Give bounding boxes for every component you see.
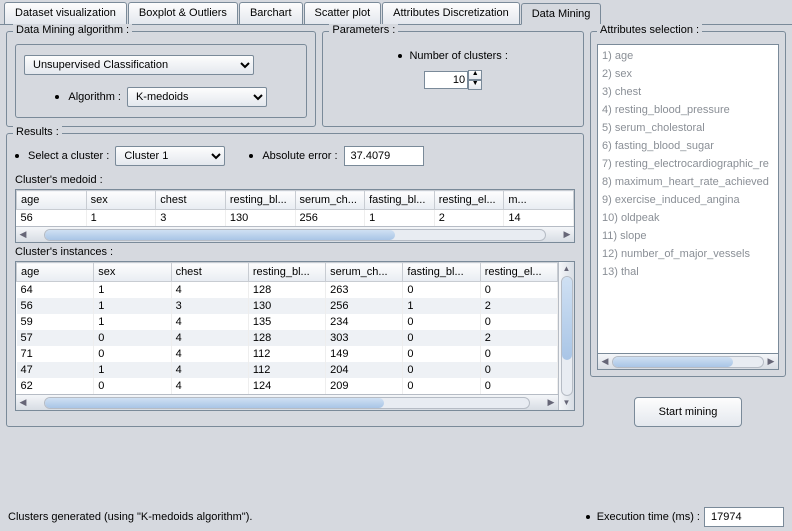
start-mining-button[interactable]: Start mining	[634, 397, 743, 427]
algorithm-select[interactable]: K-medoids	[127, 87, 267, 107]
column-header[interactable]: serum_ch...	[295, 191, 365, 210]
scroll-right-icon[interactable]: ▶	[764, 356, 778, 367]
absolute-error-label: Absolute error :	[262, 150, 337, 162]
footer: Clusters generated (using "K-medoids alg…	[8, 507, 784, 527]
table-row[interactable]: 561313025612	[17, 298, 558, 314]
column-header[interactable]: sex	[94, 263, 171, 282]
attribute-item[interactable]: 7) resting_electrocardiographic_re	[600, 155, 776, 173]
table-row[interactable]: 591413523400	[17, 314, 558, 330]
attribute-item[interactable]: 5) serum_cholestoral	[600, 119, 776, 137]
attribute-item[interactable]: 2) sex	[600, 65, 776, 83]
scroll-left-icon[interactable]: ◀	[598, 356, 612, 367]
results-group: Results : Select a cluster : Cluster 1 A…	[6, 133, 584, 427]
tab-boxplot-outliers[interactable]: Boxplot & Outliers	[128, 2, 238, 24]
nclusters-spinner: ▲ ▼	[339, 70, 567, 90]
bullet-icon	[586, 515, 590, 519]
algorithm-group: Data Mining algorithm : Unsupervised Cla…	[6, 31, 316, 127]
column-header[interactable]: fasting_bl...	[365, 191, 435, 210]
attribute-item[interactable]: 11) slope	[600, 227, 776, 245]
attribute-item[interactable]: 3) chest	[600, 83, 776, 101]
algorithm-group-label: Data Mining algorithm :	[13, 24, 132, 36]
instances-table-container: agesexchestresting_bl...serum_ch...fasti…	[15, 261, 575, 411]
attributes-list[interactable]: 1) age2) sex3) chest4) resting_blood_pre…	[597, 44, 779, 354]
bullet-icon	[398, 54, 402, 58]
tab-attributes-discretization[interactable]: Attributes Discretization	[382, 2, 520, 24]
tab-data-mining[interactable]: Data Mining	[521, 3, 602, 25]
column-header[interactable]: resting_bl...	[225, 191, 295, 210]
column-header[interactable]: chest	[171, 263, 248, 282]
medoid-label: Cluster's medoid :	[15, 174, 575, 186]
table-row[interactable]: 620412420900	[17, 378, 558, 394]
tab-dataset-visualization[interactable]: Dataset visualization	[4, 2, 127, 24]
column-header[interactable]: serum_ch...	[326, 263, 403, 282]
scroll-up-icon[interactable]: ▲	[563, 262, 571, 276]
bullet-icon	[55, 95, 59, 99]
scroll-left-icon[interactable]: ◀	[16, 397, 30, 408]
table-row[interactable]: 710411214900	[17, 346, 558, 362]
bullet-icon	[15, 154, 19, 158]
horizontal-scrollbar[interactable]: ◀ ▶	[16, 226, 574, 242]
attribute-item[interactable]: 9) exercise_induced_angina	[600, 191, 776, 209]
attribute-item[interactable]: 6) fasting_blood_sugar	[600, 137, 776, 155]
attributes-group-label: Attributes selection :	[597, 24, 702, 36]
classification-select[interactable]: Unsupervised Classification	[24, 55, 254, 75]
column-header[interactable]: age	[17, 191, 87, 210]
execution-time-field[interactable]	[704, 507, 784, 527]
cluster-select[interactable]: Cluster 1	[115, 146, 225, 166]
nclusters-input[interactable]	[424, 71, 468, 89]
table-row[interactable]: 641412826300	[17, 282, 558, 299]
column-header[interactable]: resting_bl...	[248, 263, 325, 282]
attribute-item[interactable]: 8) maximum_heart_rate_achieved	[600, 173, 776, 191]
column-header[interactable]: m...	[504, 191, 574, 210]
status-text: Clusters generated (using "K-medoids alg…	[8, 511, 252, 523]
column-header[interactable]: age	[17, 263, 94, 282]
horizontal-scrollbar[interactable]: ◀ ▶	[597, 354, 779, 370]
table-row[interactable]: 471411220400	[17, 362, 558, 378]
attribute-item[interactable]: 1) age	[600, 47, 776, 65]
parameters-group-label: Parameters :	[329, 24, 398, 36]
instances-label: Cluster's instances :	[15, 246, 575, 258]
horizontal-scrollbar[interactable]: ◀ ▶	[16, 394, 558, 410]
scroll-right-icon[interactable]: ▶	[544, 397, 558, 408]
scroll-left-icon[interactable]: ◀	[16, 229, 30, 240]
spinner-down[interactable]: ▼	[468, 80, 482, 90]
scroll-down-icon[interactable]: ▼	[563, 396, 571, 410]
absolute-error-field[interactable]	[344, 146, 424, 166]
attribute-item[interactable]: 12) number_of_major_vessels	[600, 245, 776, 263]
attributes-group: Attributes selection : 1) age2) sex3) ch…	[590, 31, 786, 377]
results-group-label: Results :	[13, 126, 62, 138]
attribute-item[interactable]: 4) resting_blood_pressure	[600, 101, 776, 119]
table-row[interactable]: 570412830302	[17, 330, 558, 346]
parameters-group: Parameters : Number of clusters : ▲ ▼	[322, 31, 584, 127]
tab-bar: Dataset visualizationBoxplot & OutliersB…	[0, 0, 792, 25]
vertical-scrollbar[interactable]: ▲ ▼	[558, 262, 574, 410]
execution-time-label: Execution time (ms) :	[597, 511, 700, 523]
table-row: 56131302561214	[17, 210, 574, 227]
medoid-table: agesexchestresting_bl...serum_ch...fasti…	[15, 189, 575, 243]
spinner-up[interactable]: ▲	[468, 70, 482, 80]
tab-barchart[interactable]: Barchart	[239, 2, 303, 24]
attribute-item[interactable]: 10) oldpeak	[600, 209, 776, 227]
algorithm-label: Algorithm :	[68, 91, 121, 103]
column-header[interactable]: chest	[156, 191, 226, 210]
tab-scatter-plot[interactable]: Scatter plot	[304, 2, 382, 24]
column-header[interactable]: resting_el...	[480, 263, 557, 282]
scroll-right-icon[interactable]: ▶	[560, 229, 574, 240]
column-header[interactable]: fasting_bl...	[403, 263, 480, 282]
nclusters-label: Number of clusters :	[409, 50, 507, 62]
algorithm-box: Unsupervised Classification Algorithm : …	[15, 44, 307, 118]
column-header[interactable]: resting_el...	[434, 191, 504, 210]
attribute-item[interactable]: 13) thal	[600, 263, 776, 281]
bullet-icon	[249, 154, 253, 158]
column-header[interactable]: sex	[86, 191, 156, 210]
select-cluster-label: Select a cluster :	[28, 150, 109, 162]
